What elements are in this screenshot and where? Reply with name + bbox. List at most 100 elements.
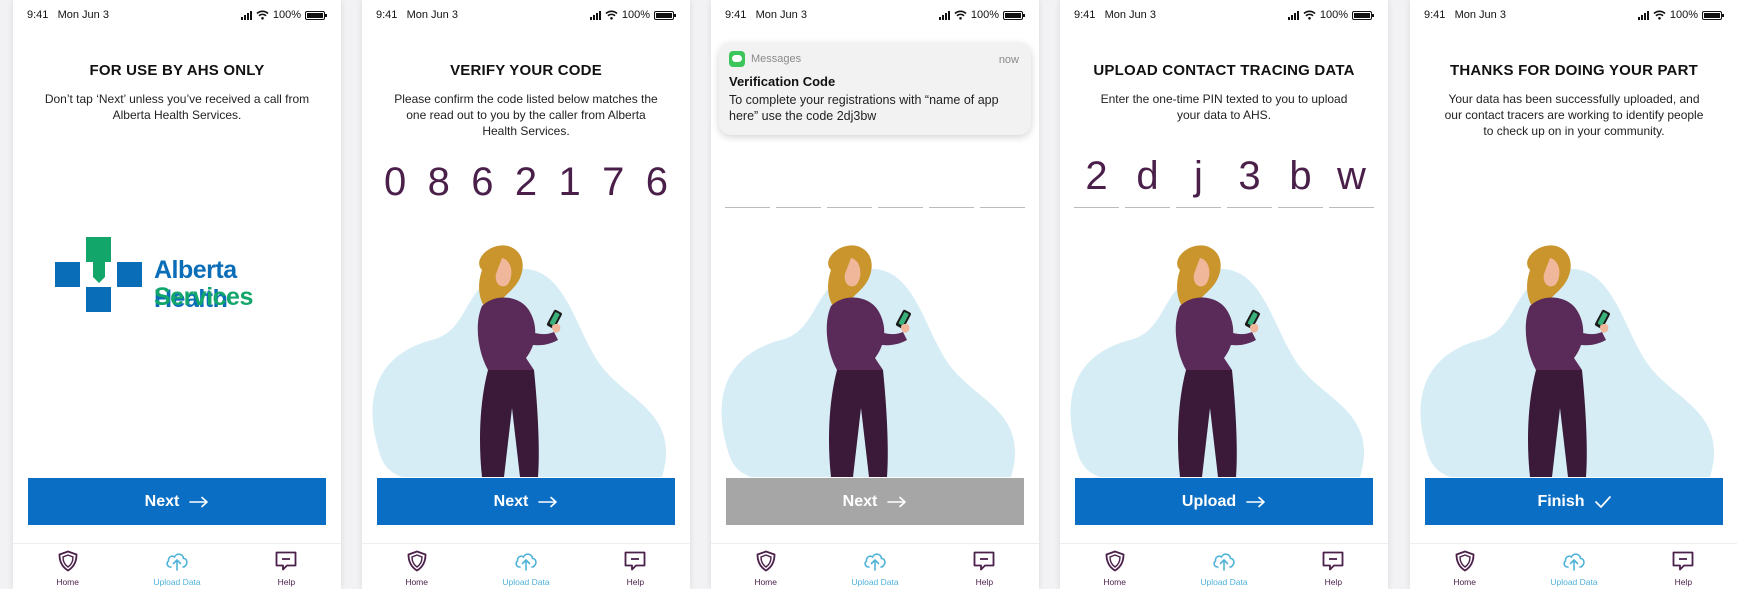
wifi-icon xyxy=(1653,10,1666,20)
pin-input-cell[interactable] xyxy=(878,150,923,208)
verification-code-display: 0862176 xyxy=(376,160,676,205)
pin-entry-fields xyxy=(725,150,1025,208)
person-with-phone-illustration xyxy=(721,245,1016,477)
pin-input-cell[interactable]: b xyxy=(1278,150,1323,208)
wifi-icon xyxy=(1303,10,1316,20)
cellular-signal-icon xyxy=(938,10,950,20)
tab-upload-data[interactable]: Upload Data xyxy=(486,544,566,589)
cellular-signal-icon xyxy=(1287,10,1299,20)
battery-icon xyxy=(1702,10,1724,20)
status-indicators: 100% xyxy=(938,9,1025,21)
arrow-right-icon xyxy=(1246,496,1265,507)
person-with-phone-illustration xyxy=(372,245,667,477)
screen-description: Enter the one-time PIN texted to you to … xyxy=(1100,92,1348,122)
tab-help-label: Help xyxy=(1674,577,1693,587)
tab-upload-data[interactable]: Upload Data xyxy=(1184,544,1264,589)
pin-input-cell[interactable]: d xyxy=(1125,150,1170,208)
messages-app-icon xyxy=(729,51,745,67)
tab-home-label: Home xyxy=(1453,577,1476,587)
bottom-tab-bar: Home Upload Data Help xyxy=(711,543,1039,589)
arrow-right-icon xyxy=(538,496,558,507)
tab-help-label: Help xyxy=(975,577,994,587)
notification-time: now xyxy=(998,54,1019,66)
button-label: Upload xyxy=(1181,492,1237,510)
code-digit: 0 xyxy=(384,160,407,204)
tab-help-label: Help xyxy=(626,577,645,587)
finish-button[interactable]: Finish xyxy=(1425,478,1723,525)
tab-upload-data[interactable]: Upload Data xyxy=(137,544,217,589)
pin-input-cell[interactable] xyxy=(980,150,1025,208)
tab-home-label: Home xyxy=(56,577,79,587)
pin-input-cell[interactable] xyxy=(929,150,974,208)
tab-upload-data-label: Upload Data xyxy=(1550,577,1598,587)
phone-screen-3: 9:41 Mon Jun 3 100% Messages now Verific… xyxy=(711,0,1039,589)
status-time: 9:41 Mon Jun 3 xyxy=(376,9,458,21)
shield-icon xyxy=(58,550,78,572)
status-bar: 9:41 Mon Jun 3 100% xyxy=(362,9,690,23)
cloud-upload-icon xyxy=(1213,553,1235,571)
tab-help[interactable]: Help xyxy=(595,544,675,589)
next-button[interactable]: Next xyxy=(28,478,326,525)
tab-home[interactable]: Home xyxy=(1425,544,1505,589)
pin-input-cell[interactable] xyxy=(827,150,872,208)
chat-bubble-icon xyxy=(275,551,297,571)
next-button[interactable]: Next xyxy=(377,478,675,525)
person-with-phone-illustration xyxy=(1420,245,1715,477)
tab-home-label: Home xyxy=(754,577,777,587)
pin-input-cell[interactable]: 2 xyxy=(1074,150,1119,208)
person-with-phone-illustration xyxy=(1070,245,1365,477)
tab-help[interactable]: Help xyxy=(1643,544,1723,589)
bottom-tab-bar: Home Upload Data Help xyxy=(362,543,690,589)
tab-help[interactable]: Help xyxy=(1293,544,1373,589)
upload-button[interactable]: Upload xyxy=(1075,478,1373,525)
pin-input-cell[interactable]: j xyxy=(1176,150,1221,208)
shield-icon xyxy=(407,550,427,572)
shield-icon xyxy=(756,550,776,572)
phone-screen-1: 9:41 Mon Jun 3 100% FOR USE BY AHS ONLY D… xyxy=(13,0,341,589)
tab-home[interactable]: Home xyxy=(28,544,108,589)
tab-help-label: Help xyxy=(277,577,296,587)
tab-home[interactable]: Home xyxy=(377,544,457,589)
checkmark-icon xyxy=(1594,495,1611,508)
cloud-upload-icon xyxy=(1563,553,1585,571)
status-time: 9:41 Mon Jun 3 xyxy=(725,9,807,21)
pin-input-cell[interactable]: w xyxy=(1329,150,1374,208)
code-digit: 6 xyxy=(645,160,668,204)
cloud-upload-icon xyxy=(515,553,537,571)
status-bar: 9:41 Mon Jun 3 100% xyxy=(1060,9,1388,23)
status-time: 9:41 Mon Jun 3 xyxy=(27,9,109,21)
next-button[interactable]: Next xyxy=(726,478,1024,525)
tab-help[interactable]: Help xyxy=(944,544,1024,589)
tab-home[interactable]: Home xyxy=(726,544,806,589)
button-label: Next xyxy=(144,492,180,510)
pin-input-cell[interactable]: 3 xyxy=(1227,150,1272,208)
wifi-icon xyxy=(954,10,967,20)
screen-description: Please confirm the code listed below mat… xyxy=(394,92,658,138)
tab-home-label: Home xyxy=(1103,577,1126,587)
tab-help[interactable]: Help xyxy=(246,544,326,589)
sms-notification-banner[interactable]: Messages now Verification Code To comple… xyxy=(719,43,1031,135)
wifi-icon xyxy=(256,10,269,20)
status-bar: 9:41 Mon Jun 3 100% xyxy=(1410,9,1737,23)
cloud-upload-icon xyxy=(166,553,188,571)
tab-upload-data[interactable]: Upload Data xyxy=(1534,544,1614,589)
status-indicators: 100% xyxy=(589,9,676,21)
bottom-tab-bar: Home Upload Data Help xyxy=(1060,543,1388,589)
phone-screen-4: 9:41 Mon Jun 3 100% UPLOAD CONTACT TRACI… xyxy=(1060,0,1388,589)
tab-upload-data-label: Upload Data xyxy=(851,577,899,587)
tab-upload-data[interactable]: Upload Data xyxy=(835,544,915,589)
cellular-signal-icon xyxy=(1637,10,1649,20)
pin-input-cell[interactable] xyxy=(725,150,770,208)
shield-icon xyxy=(1455,550,1475,572)
tab-home[interactable]: Home xyxy=(1075,544,1155,589)
alberta-health-services-logo: Alberta Health Services xyxy=(55,237,305,313)
status-time: 9:41 Mon Jun 3 xyxy=(1424,9,1506,21)
battery-percent: 100% xyxy=(970,9,999,21)
bottom-tab-bar: Home Upload Data Help xyxy=(13,543,341,589)
tab-upload-data-label: Upload Data xyxy=(502,577,550,587)
screen-title: THANKS FOR DOING YOUR PART xyxy=(1450,62,1698,79)
phone-screen-5: 9:41 Mon Jun 3 100% THANKS FOR DOING YOU… xyxy=(1410,0,1737,589)
pin-input-cell[interactable] xyxy=(776,150,821,208)
screen-description: Don’t tap ‘Next’ unless you’ve received … xyxy=(44,92,310,122)
button-label: Finish xyxy=(1537,492,1585,510)
